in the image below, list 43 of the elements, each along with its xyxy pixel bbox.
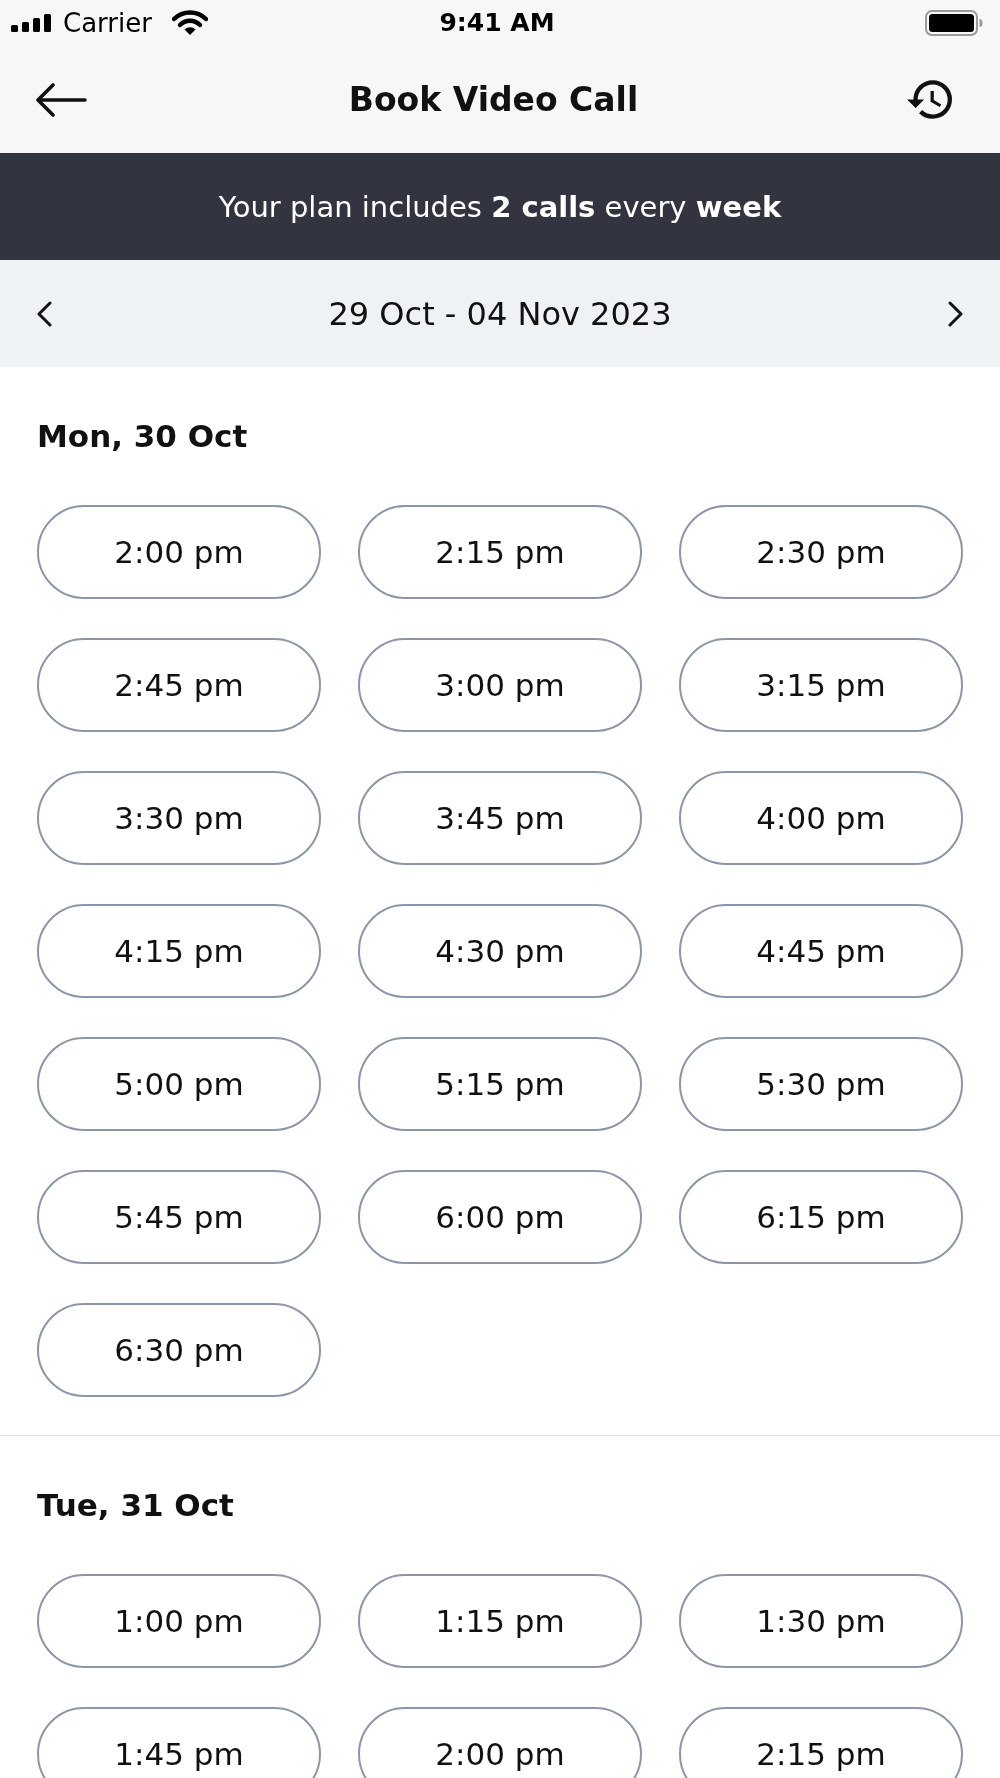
time-slot-button[interactable]: 4:15 pm <box>37 904 321 998</box>
signal-icon <box>11 14 53 32</box>
time-slot-button[interactable]: 5:00 pm <box>37 1037 321 1131</box>
time-slot-button[interactable]: 2:30 pm <box>679 505 963 599</box>
time-slot-button[interactable]: 3:45 pm <box>358 771 642 865</box>
day-title: Tue, 31 Oct <box>37 1486 234 1525</box>
time-slot-button[interactable]: 1:00 pm <box>37 1574 321 1668</box>
time-slot-button[interactable]: 6:00 pm <box>358 1170 642 1264</box>
back-arrow-icon <box>35 82 87 117</box>
battery-icon <box>925 10 983 36</box>
time-slot-button[interactable]: 3:15 pm <box>679 638 963 732</box>
time-slot-button[interactable]: 1:30 pm <box>679 1574 963 1668</box>
time-slot-button[interactable]: 4:30 pm <box>358 904 642 998</box>
status-time: 9:41 AM <box>439 8 555 38</box>
previous-week-button[interactable] <box>36 300 52 327</box>
page-title: Book Video Call <box>348 79 639 120</box>
chevron-left-icon <box>36 300 52 327</box>
time-slot-button[interactable]: 1:15 pm <box>358 1574 642 1668</box>
carrier-name: Carrier <box>63 8 152 38</box>
time-slot-button[interactable]: 6:15 pm <box>679 1170 963 1264</box>
time-slot-button[interactable]: 5:45 pm <box>37 1170 321 1264</box>
history-icon <box>907 80 952 119</box>
wifi-icon <box>171 10 208 36</box>
week-range: 29 Oct - 04 Nov 2023 <box>328 293 672 334</box>
time-slot-button[interactable]: 2:00 pm <box>358 1707 642 1778</box>
time-slot-button[interactable]: 2:15 pm <box>679 1707 963 1778</box>
chevron-right-icon <box>948 300 964 327</box>
time-slot-button[interactable]: 2:15 pm <box>358 505 642 599</box>
back-button[interactable] <box>35 82 87 117</box>
time-slot-button[interactable]: 3:30 pm <box>37 771 321 865</box>
time-slot-button[interactable]: 4:45 pm <box>679 904 963 998</box>
time-slot-button[interactable]: 2:00 pm <box>37 505 321 599</box>
time-slot-button[interactable]: 5:15 pm <box>358 1037 642 1131</box>
history-button[interactable] <box>907 80 952 119</box>
next-week-button[interactable] <box>948 300 964 327</box>
time-slot-button[interactable]: 3:00 pm <box>358 638 642 732</box>
day-title: Mon, 30 Oct <box>37 417 248 456</box>
time-slot-button[interactable]: 4:00 pm <box>679 771 963 865</box>
time-slot-button[interactable]: 2:45 pm <box>37 638 321 732</box>
plan-text: Your plan includes 2 calls every week <box>218 188 782 225</box>
time-slot-button[interactable]: 5:30 pm <box>679 1037 963 1131</box>
time-slot-button[interactable]: 1:45 pm <box>37 1707 321 1778</box>
time-slot-button[interactable]: 6:30 pm <box>37 1303 321 1397</box>
